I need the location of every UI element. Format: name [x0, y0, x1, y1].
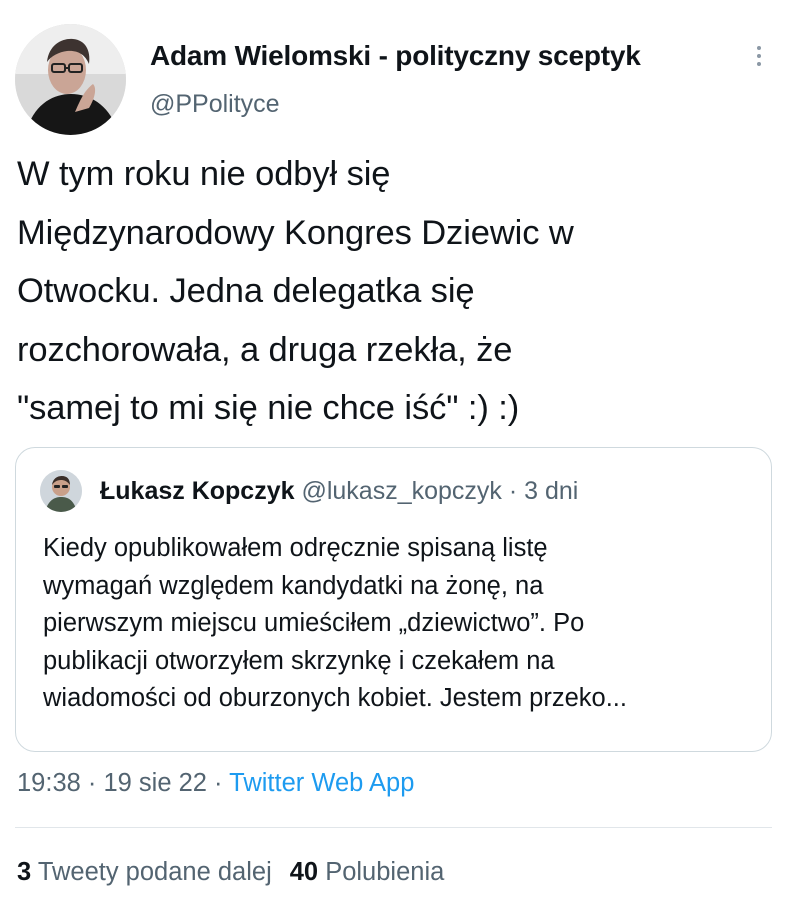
quoted-header: Łukasz Kopczyk @lukasz_kopczyk · 3 dni — [100, 476, 578, 506]
divider — [15, 827, 772, 828]
tweet-text: W tym roku nie odbył się Międzynarodowy … — [17, 155, 574, 427]
tweet-meta: 19:38 · 19 sie 22 · Twitter Web App — [17, 769, 414, 798]
retweets-label: Tweety podane dalej — [37, 858, 272, 886]
tweet-stats: 3 Tweety podane dalej 40 Polubienia — [17, 858, 444, 887]
retweets-count: 3 — [17, 858, 32, 886]
quoted-author-handle: @lukasz_kopczyk · 3 dni — [301, 477, 579, 505]
author-name[interactable]: Adam Wielomski - polityczny sceptyk — [150, 40, 641, 72]
likes-count: 40 — [289, 858, 319, 886]
quoted-author-name[interactable]: Łukasz Kopczyk — [100, 477, 295, 505]
author-avatar[interactable] — [15, 24, 126, 135]
retweets-stat[interactable]: 3 Tweety podane dalej — [17, 858, 272, 886]
quoted-author-avatar — [40, 470, 82, 512]
meta-separator: · — [206, 769, 230, 797]
tweet-source-link[interactable]: Twitter Web App — [229, 769, 414, 797]
likes-stat[interactable]: 40 Polubienia — [290, 858, 445, 886]
quoted-tweet-text: Kiedy opublikowałem odręcznie spisaną li… — [43, 534, 627, 713]
tweet-timestamp[interactable]: 19:38 · 19 sie 22 — [17, 769, 207, 797]
likes-label: Polubienia — [325, 858, 445, 886]
more-options-icon[interactable] — [744, 38, 774, 74]
quoted-tweet-card[interactable]: Łukasz Kopczyk @lukasz_kopczyk · 3 dni K… — [15, 447, 772, 752]
author-handle[interactable]: @PPolityce — [150, 90, 280, 119]
